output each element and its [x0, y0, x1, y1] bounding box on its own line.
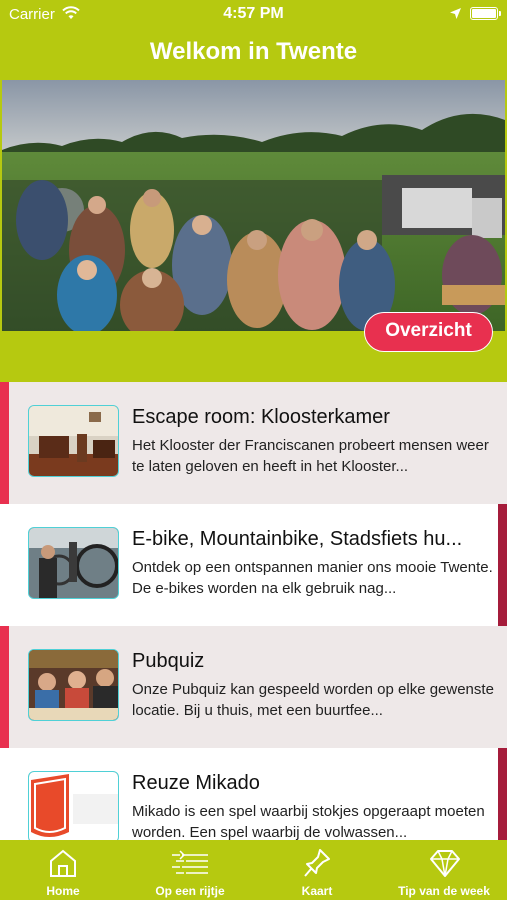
location-arrow-icon: [450, 8, 461, 19]
activity-title: Pubquiz: [132, 650, 205, 672]
activity-description: Ontdek op een ontspannen manier ons mooi…: [132, 559, 493, 597]
tab-bar: Home Op een rijtje Kaart Tip van de week: [0, 840, 507, 900]
activity-thumbnail: [28, 649, 119, 721]
tab-label: Op een rijtje: [155, 884, 225, 898]
activity-title: Reuze Mikado: [132, 772, 260, 794]
tab-op-een-rijtje[interactable]: Op een rijtje: [127, 840, 253, 900]
status-time: 4:57 PM: [223, 5, 284, 22]
hero-photo: [2, 80, 505, 331]
list-item[interactable]: Reuze Mikado Mikado is een spel waarbij …: [0, 748, 507, 840]
list-icon: [172, 850, 208, 874]
activity-description: Mikado is een spel waarbij stokjes opger…: [132, 803, 485, 840]
tab-label: Home: [46, 884, 80, 898]
home-icon: [50, 849, 76, 877]
battery-icon: [470, 7, 501, 20]
tab-label: Tip van de week: [398, 884, 490, 898]
page-title: Welkom in Twente: [149, 38, 358, 65]
list-item[interactable]: Pubquiz Onze Pubquiz kan gespeeld worden…: [0, 626, 507, 748]
tab-tip-van-de-week[interactable]: Tip van de week: [381, 840, 507, 900]
activity-description: Het Klooster der Franciscanen probeert m…: [132, 437, 489, 475]
activity-description: Onze Pubquiz kan gespeeld worden op elke…: [132, 681, 494, 719]
accent-stripe: [498, 748, 507, 840]
activity-title: Escape room: Kloosterkamer: [132, 406, 390, 428]
accent-stripe: [0, 382, 9, 504]
diamond-icon: [430, 850, 460, 877]
activity-thumbnail: [28, 405, 119, 477]
hero-banner: Overzicht: [0, 80, 507, 382]
tab-label: Kaart: [301, 884, 333, 898]
activity-title: E-bike, Mountainbike, Stadsfiets hu...: [132, 528, 463, 550]
overview-button[interactable]: Overzicht: [364, 312, 493, 352]
list-item[interactable]: Escape room: Kloosterkamer Het Klooster …: [0, 382, 507, 504]
tab-kaart[interactable]: Kaart: [254, 840, 380, 900]
activity-thumbnail: [28, 527, 119, 599]
pin-icon: [304, 849, 330, 877]
activity-list[interactable]: Escape room: Kloosterkamer Het Klooster …: [0, 382, 507, 840]
accent-stripe: [498, 504, 507, 626]
status-bar: Carrier 4:57 PM: [0, 0, 507, 28]
tab-home[interactable]: Home: [0, 840, 126, 900]
activity-thumbnail: [28, 771, 119, 840]
accent-stripe: [0, 626, 9, 748]
top-bar: Carrier 4:57 PM Welkom in Twente: [0, 0, 507, 80]
list-item[interactable]: E-bike, Mountainbike, Stadsfiets hu... O…: [0, 504, 507, 626]
